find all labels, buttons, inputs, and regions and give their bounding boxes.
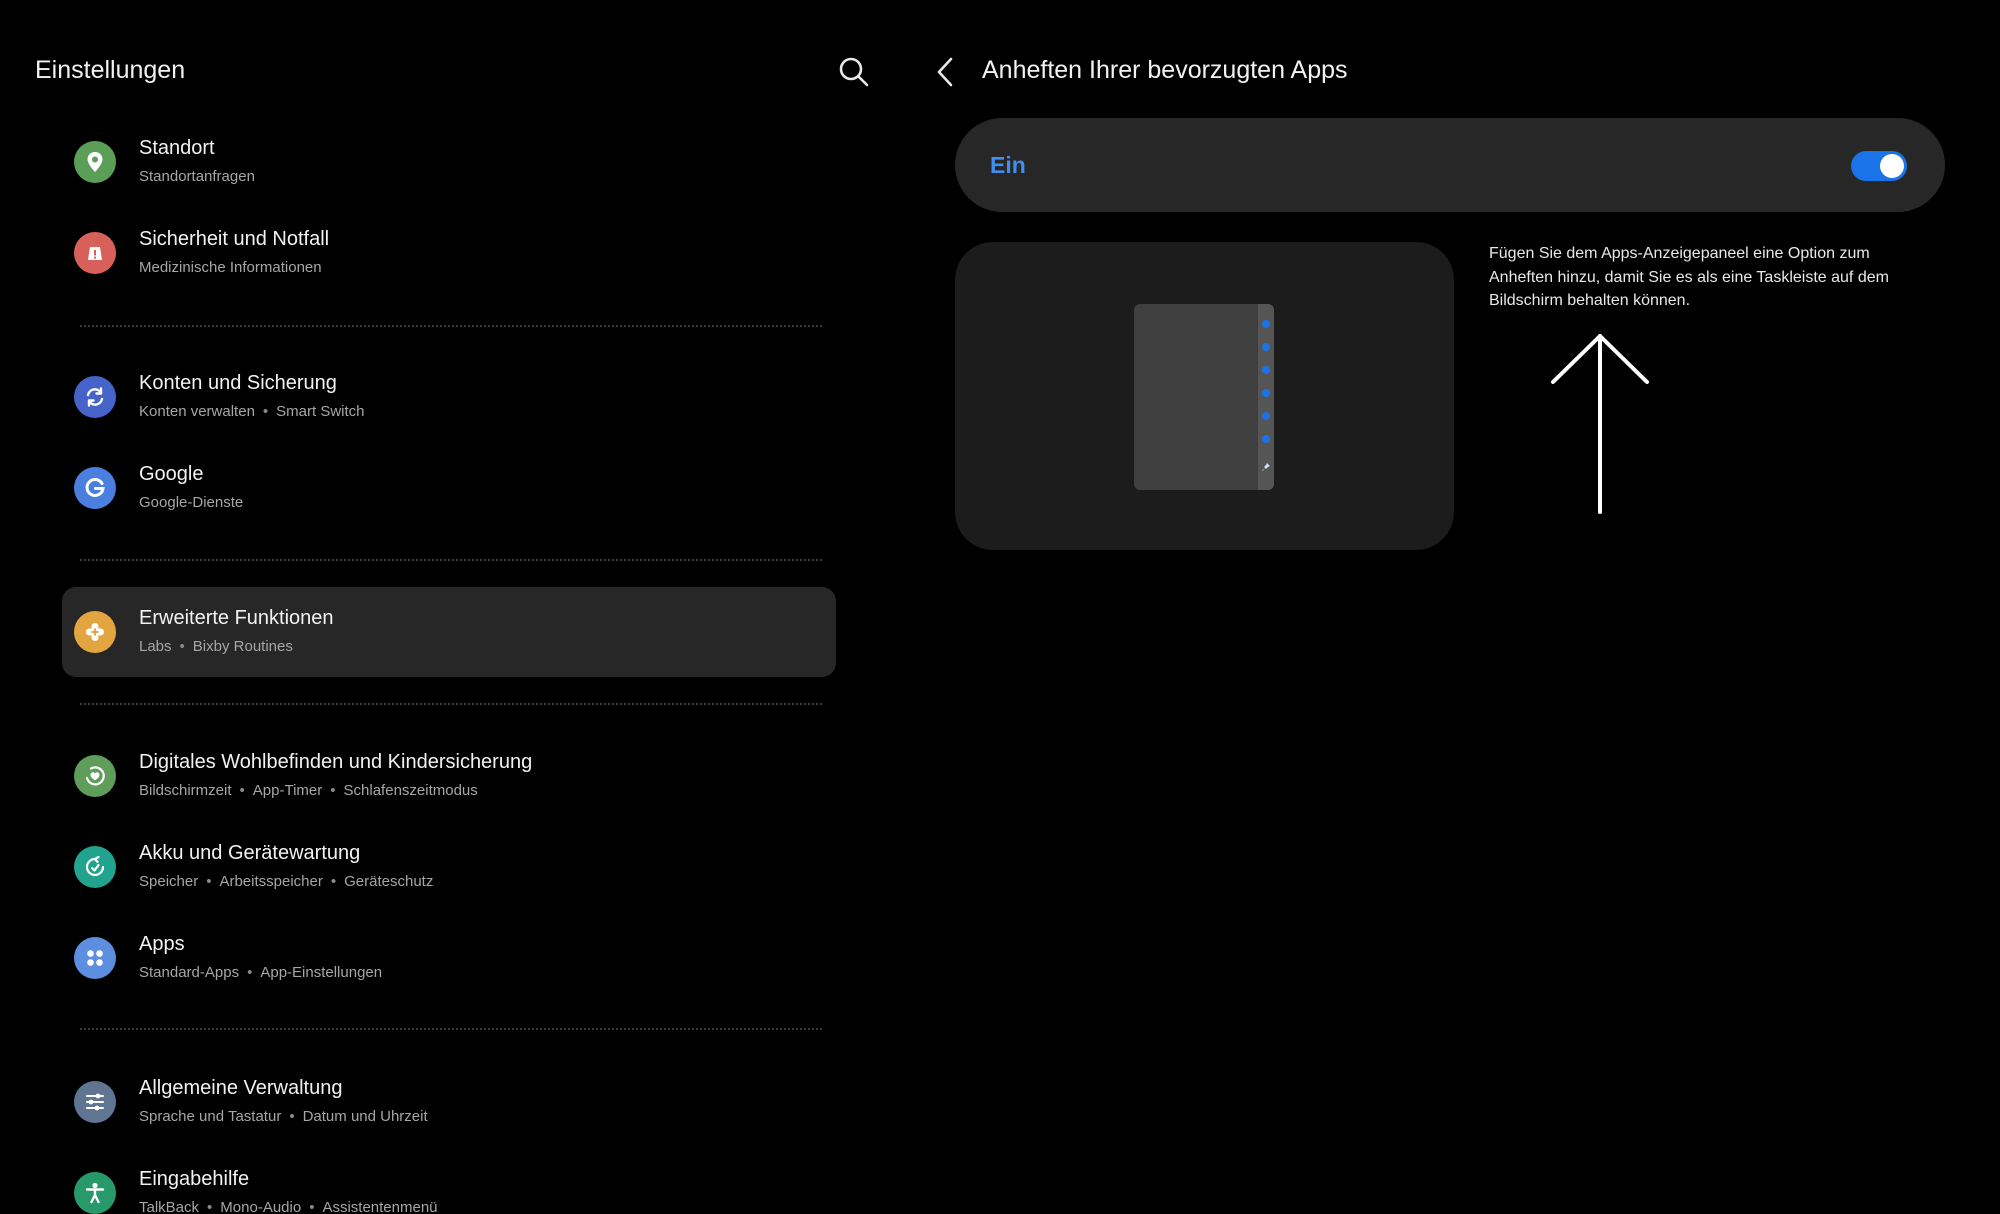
- subtitle-part: Arbeitsspeicher: [219, 873, 323, 890]
- settings-item-title: Erweiterte Funktionen: [139, 607, 334, 629]
- subtitle-part: Standortanfragen: [139, 168, 255, 185]
- settings-item-apps[interactable]: Apps Standard-Apps • App-Einstellungen: [62, 913, 836, 1003]
- master-toggle-row[interactable]: Ein: [955, 118, 1945, 212]
- app-dot: [1262, 389, 1270, 397]
- chevron-left-icon: [937, 57, 953, 87]
- subtitle-part: Datum und Uhrzeit: [302, 1108, 428, 1125]
- settings-item-erweiterte-funktionen[interactable]: Erweiterte Funktionen Labs • Bixby Routines: [62, 587, 836, 677]
- settings-item-digitales-wohlbefinden[interactable]: Digitales Wohlbefinden und Kindersicheru…: [62, 731, 836, 821]
- separator-dot: •: [330, 782, 336, 799]
- settings-item-subtitle: Sprache und Tastatur • Datum und Uhrzeit: [139, 1108, 428, 1125]
- app-dot: [1262, 343, 1270, 351]
- subtitle-part: Speicher: [139, 873, 199, 890]
- accessibility-person-icon: [74, 1172, 116, 1214]
- divider: [80, 703, 822, 705]
- page-title: Einstellungen: [35, 56, 186, 84]
- settings-item-konten-sicherung[interactable]: Konten und Sicherung Konten verwalten • Sma…: [62, 352, 836, 442]
- puzzle-plus-icon: [74, 611, 116, 653]
- back-button[interactable]: [932, 54, 958, 90]
- switch-knob: [1880, 154, 1904, 178]
- toggle-switch[interactable]: [1851, 151, 1907, 181]
- subtitle-part: Bildschirmzeit: [139, 782, 232, 799]
- settings-item-title: Digitales Wohlbefinden und Kindersicheru…: [139, 751, 533, 773]
- pin-icon: [1262, 463, 1270, 471]
- subtitle-part: Smart Switch: [276, 403, 365, 420]
- separator-dot: •: [239, 782, 245, 799]
- subtitle-part: App-Timer: [252, 782, 323, 799]
- divider: [80, 559, 822, 561]
- app-dot: [1262, 320, 1270, 328]
- search-button[interactable]: [836, 54, 872, 90]
- subtitle-part: Bixby Routines: [192, 638, 293, 655]
- toggle-label: Ein: [990, 152, 1026, 178]
- device-care-icon: [74, 846, 116, 888]
- subtitle-part: Konten verwalten: [139, 403, 255, 420]
- separator-dot: •: [207, 1199, 213, 1214]
- settings-item-title: Sicherheit und Notfall: [139, 228, 330, 250]
- settings-item-title: Google: [139, 463, 204, 485]
- settings-item-subtitle: Speicher • Arbeitsspeicher • Geräteschutz: [139, 873, 433, 890]
- separator-dot: •: [247, 964, 253, 981]
- settings-item-title: Apps: [139, 933, 185, 955]
- settings-item-eingabehilfe[interactable]: Eingabehilfe TalkBack • Mono-Audio • Assisten…: [62, 1148, 836, 1214]
- settings-item-title: Konten und Sicherung: [139, 372, 337, 394]
- settings-item-subtitle: TalkBack • Mono-Audio • Assistentenmenü: [139, 1199, 438, 1214]
- subtitle-part: TalkBack: [139, 1199, 200, 1214]
- subtitle-part: Google-Dienste: [139, 494, 244, 511]
- settings-item-title: Akku und Gerätewartung: [139, 842, 361, 864]
- detail-title: Anheften Ihrer bevorzugten Apps: [982, 56, 1348, 84]
- heart-circle-icon: [74, 755, 116, 797]
- settings-item-title: Standort: [139, 137, 215, 159]
- settings-item-standort[interactable]: Standort Standortanfragen: [62, 117, 836, 207]
- settings-item-subtitle: Konten verwalten • Smart Switch: [139, 403, 365, 420]
- subtitle-part: Standard-Apps: [139, 964, 240, 981]
- settings-item-subtitle: Standard-Apps • App-Einstellungen: [139, 964, 382, 981]
- separator-dot: •: [289, 1108, 295, 1125]
- settings-item-subtitle: Standortanfragen: [139, 168, 255, 185]
- settings-item-allgemeine-verwaltung[interactable]: Allgemeine Verwaltung Sprache und Tastatu…: [62, 1057, 836, 1147]
- divider: [80, 325, 822, 327]
- settings-item-sicherheit-notfall[interactable]: Sicherheit und Notfall Medizinische Infor…: [62, 208, 836, 298]
- divider: [80, 1028, 822, 1030]
- settings-item-google[interactable]: Google Google-Dienste: [62, 443, 836, 533]
- separator-dot: •: [179, 638, 185, 655]
- google-g-icon: [74, 467, 116, 509]
- separator-dot: •: [330, 873, 337, 890]
- app-dot: [1262, 366, 1270, 374]
- separator-dot: •: [206, 873, 212, 890]
- settings-item-subtitle: Google-Dienste: [139, 494, 243, 511]
- settings-item-subtitle: Medizinische Informationen: [139, 259, 322, 276]
- settings-item-title: Eingabehilfe: [139, 1168, 250, 1190]
- arrow-up-icon: [1551, 334, 1649, 514]
- sync-icon: [74, 376, 116, 418]
- sliders-icon: [74, 1081, 116, 1123]
- feature-description: Fügen Sie dem Apps-Anzeigepaneel eine Op…: [1489, 245, 1889, 309]
- app-dot: [1262, 435, 1270, 443]
- subtitle-part: Labs: [139, 638, 172, 655]
- location-pin-icon: [74, 141, 116, 183]
- subtitle-part: Geräteschutz: [344, 873, 434, 890]
- settings-item-subtitle: Labs • Bixby Routines: [139, 638, 293, 655]
- subtitle-part: Schlafenszeitmodus: [343, 782, 478, 799]
- settings-item-akku-geraetewartung[interactable]: Akku und Gerätewartung Speicher • Arbeitssp…: [62, 822, 836, 912]
- separator-dot: •: [309, 1199, 315, 1214]
- app-dot: [1262, 412, 1270, 420]
- preview-illustration: [955, 242, 1454, 550]
- device-illustration: [1134, 304, 1274, 490]
- settings-list-panel: Einstellungen Standort Standortanfragen Si…: [0, 0, 900, 1214]
- subtitle-part: App-Einstellungen: [260, 964, 383, 981]
- subtitle-part: Medizinische Informationen: [139, 259, 322, 276]
- subtitle-part: Assistentenmenü: [322, 1199, 438, 1214]
- apps-grid-icon: [74, 937, 116, 979]
- search-icon: [839, 57, 869, 87]
- subtitle-part: Sprache und Tastatur: [139, 1108, 282, 1125]
- emergency-alert-icon: [74, 232, 116, 274]
- settings-item-subtitle: Bildschirmzeit • App-Timer • Schlafenszeitmo…: [139, 782, 478, 799]
- settings-item-title: Allgemeine Verwaltung: [139, 1077, 343, 1099]
- separator-dot: •: [262, 403, 269, 420]
- subtitle-part: Mono-Audio: [220, 1199, 302, 1214]
- taskbar-illustration: [1258, 304, 1274, 490]
